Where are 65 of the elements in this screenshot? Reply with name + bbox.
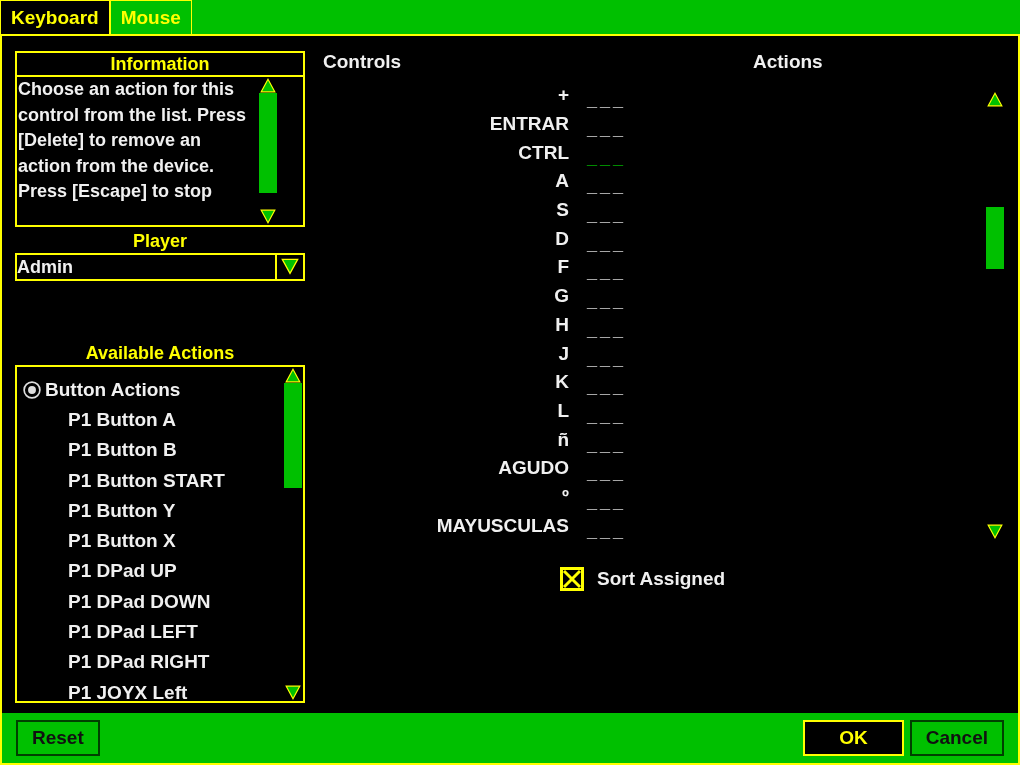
control-name: K [554,371,569,394]
action-slot[interactable]: ___ [587,492,627,511]
control-name: ENTRAR [488,113,569,136]
scroll-up-icon[interactable] [987,91,1003,107]
scroll-down-icon[interactable] [987,524,1003,540]
dialog-button[interactable]: Cancel [909,720,1004,756]
player-dropdown[interactable]: Admin [15,253,305,281]
action-item[interactable]: P1 DPad RIGHT [23,647,283,678]
dropdown-arrow-icon [281,258,299,276]
dialog-button[interactable]: Reset [16,720,100,756]
control-name: S [555,199,569,222]
control-name: J [557,342,569,365]
action-item[interactable]: P1 Button B [23,435,283,466]
action-item[interactable]: P1 JOYX Left [23,677,283,701]
checkbox-label: Sort Assigned [597,568,726,590]
action-slot[interactable]: ___ [587,521,627,540]
action-slot[interactable]: ___ [587,349,627,368]
scrollbar[interactable] [258,77,278,225]
action-slot[interactable]: ___ [587,378,627,397]
available-actions-label: Available Actions [84,342,236,365]
action-slot[interactable]: ___ [587,406,627,425]
action-item[interactable]: P1 Button Y [23,495,283,527]
action-slot[interactable]: ___ [587,320,627,339]
control-name: AGUDO [497,457,569,480]
action-item[interactable]: P1 DPad DOWN [23,586,283,618]
control-name: A [554,170,569,193]
control-name: G [553,285,569,308]
action-slot[interactable]: ___ [587,148,627,167]
action-slot[interactable]: ___ [587,91,627,110]
column-header: Actions [753,51,823,74]
scroll-thumb[interactable] [986,207,1004,269]
scrollbar[interactable] [283,367,303,701]
action-slot[interactable]: ___ [587,206,627,225]
control-name: + [556,84,569,107]
action-slot[interactable]: ___ [587,120,627,139]
action-slot[interactable]: ___ [587,263,627,282]
panel-title: Information [17,53,303,77]
dialog-button[interactable]: OK [803,720,904,756]
player-label: Player [131,230,188,253]
control-name: CTRL [517,141,569,164]
action-slot[interactable]: ___ [587,234,627,253]
action-item[interactable]: P1 Button START [23,465,283,496]
action-slot[interactable]: ___ [587,435,627,454]
list-group[interactable]: Button Actions [23,375,283,405]
tab[interactable]: Keyboard [0,0,110,34]
scroll-down-icon[interactable] [285,685,301,701]
scroll-down-icon[interactable] [260,209,276,225]
column-header: Controls [322,51,403,74]
control-name: º [561,485,569,508]
control-name: L [556,399,569,422]
information-text: Choose an action for this control from the list. Press [Delete] to remove an action from the device. Press [Escape] to stop [17,78,248,203]
group-label: Button Actions [45,379,181,401]
control-name: ñ [556,428,569,451]
action-item[interactable]: P1 Button X [23,526,283,557]
control-name: MAYUSCULAS [435,514,569,537]
checkbox[interactable] [559,566,585,592]
action-slot[interactable]: ___ [587,292,627,311]
control-name: H [554,313,569,336]
control-name: F [556,256,569,279]
action-slot[interactable]: ___ [587,177,627,196]
action-item[interactable]: P1 DPad LEFT [23,617,283,648]
action-slot[interactable]: ___ [587,464,627,483]
action-item[interactable]: P1 DPad UP [23,556,283,587]
control-name: D [554,227,569,250]
action-item[interactable]: P1 Button A [23,405,283,436]
